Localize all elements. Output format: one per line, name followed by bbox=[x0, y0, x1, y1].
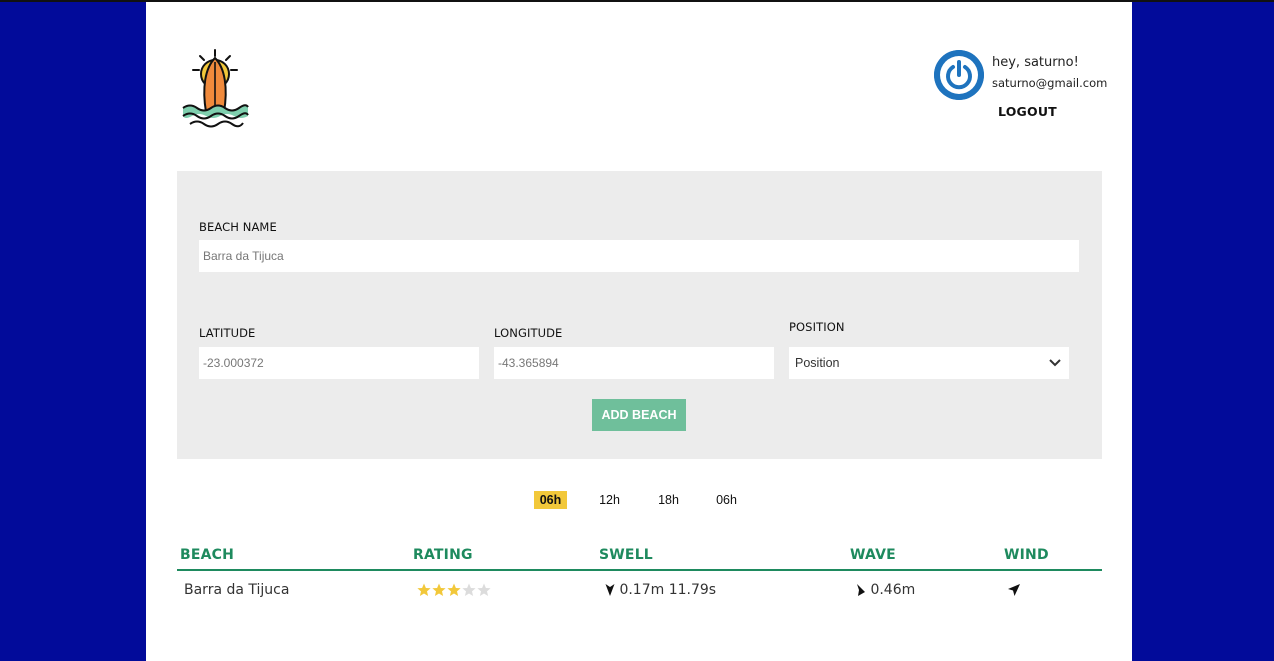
swell-direction-arrow-icon bbox=[605, 584, 615, 596]
star-icon bbox=[477, 583, 491, 596]
rating-stars bbox=[417, 583, 491, 596]
logout-button[interactable]: LOGOUT bbox=[998, 104, 1057, 119]
wind-direction-arrow-icon bbox=[1008, 584, 1020, 596]
swell-value: 0.17m 11.79s bbox=[619, 582, 717, 598]
user-greeting: hey, saturno! bbox=[992, 55, 1079, 70]
longitude-label: LONGITUDE bbox=[494, 326, 563, 340]
user-email: saturno@gmail.com bbox=[992, 76, 1108, 90]
tab-18h[interactable]: 18h bbox=[652, 491, 685, 509]
swell-cell: 0.17m 11.79s bbox=[605, 582, 716, 598]
column-header-swell: SWELL bbox=[599, 547, 653, 563]
time-tabs: 06h 12h 18h 06h bbox=[534, 491, 764, 511]
table-header-divider bbox=[177, 569, 1102, 571]
wave-direction-arrow-icon bbox=[857, 584, 865, 596]
column-header-wave: WAVE bbox=[850, 547, 896, 563]
user-profile: hey, saturno! saturno@gmail.com LOGOUT bbox=[934, 50, 1114, 130]
star-icon bbox=[432, 583, 446, 596]
surfboard-sun-logo-icon bbox=[182, 49, 249, 128]
wave-value: 0.46m bbox=[870, 582, 916, 598]
position-select-value: Position bbox=[795, 356, 840, 370]
star-icon bbox=[462, 583, 476, 596]
add-beach-button[interactable]: ADD BEACH bbox=[592, 399, 686, 431]
star-icon bbox=[417, 583, 431, 596]
tab-06h-first[interactable]: 06h bbox=[534, 491, 567, 509]
tab-12h[interactable]: 12h bbox=[593, 491, 626, 509]
position-label: POSITION bbox=[789, 320, 845, 334]
wave-cell: 0.46m bbox=[856, 582, 915, 598]
longitude-input[interactable] bbox=[494, 347, 774, 379]
main-page: hey, saturno! saturno@gmail.com LOGOUT B… bbox=[146, 2, 1132, 661]
chevron-down-icon bbox=[1049, 359, 1061, 367]
column-header-rating: RATING bbox=[413, 547, 473, 563]
beach-name-label: BEACH NAME bbox=[199, 220, 277, 234]
star-icon bbox=[447, 583, 461, 596]
tab-06h-second[interactable]: 06h bbox=[710, 491, 743, 509]
power-avatar-icon[interactable] bbox=[934, 50, 984, 100]
beach-cell: Barra da Tijuca bbox=[184, 582, 290, 598]
column-header-wind: WIND bbox=[1004, 547, 1049, 563]
latitude-input[interactable] bbox=[199, 347, 479, 379]
beach-name-input[interactable] bbox=[199, 240, 1079, 272]
position-select[interactable]: Position bbox=[789, 347, 1069, 379]
add-beach-form: BEACH NAME LATITUDE LONGITUDE POSITION P… bbox=[177, 171, 1102, 459]
column-header-beach: BEACH bbox=[180, 547, 235, 563]
latitude-label: LATITUDE bbox=[199, 326, 256, 340]
